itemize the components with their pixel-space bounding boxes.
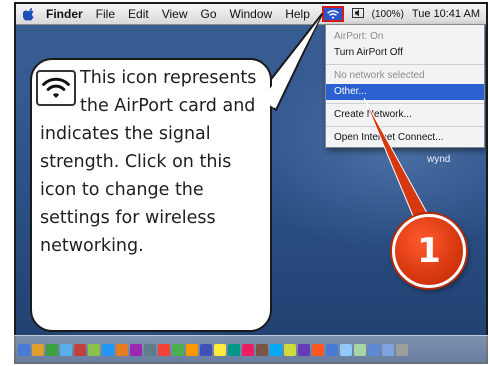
callout-text: This icon represents the AirPort card an… — [40, 64, 270, 260]
dock-app-icon[interactable] — [88, 344, 100, 356]
airport-status-icon[interactable] — [321, 6, 344, 22]
create-network-item[interactable]: Create Network... — [326, 107, 484, 123]
dock-app-icon[interactable] — [158, 344, 170, 356]
dock-app-icon[interactable] — [130, 344, 142, 356]
menu-view[interactable]: View — [162, 7, 188, 21]
dock-app-icon[interactable] — [382, 344, 394, 356]
icon-spacer — [40, 64, 80, 112]
menu-help[interactable]: Help — [285, 7, 310, 21]
dock-app-icon[interactable] — [60, 344, 72, 356]
dock-app-icon[interactable] — [242, 344, 254, 356]
menu-finder[interactable]: Finder — [46, 7, 83, 21]
dock-app-icon[interactable] — [144, 344, 156, 356]
airport-dropdown-menu: AirPort: On Turn AirPort Off No network … — [325, 24, 485, 148]
dock-app-icon[interactable] — [354, 344, 366, 356]
dock-app-icon[interactable] — [46, 344, 58, 356]
dock-app-icon[interactable] — [186, 344, 198, 356]
speaker-icon[interactable] — [351, 7, 364, 21]
other-network-item[interactable]: Other... — [326, 84, 484, 100]
dock-app-icon[interactable] — [74, 344, 86, 356]
turn-airport-off-item[interactable]: Turn AirPort Off — [326, 45, 484, 61]
menu-separator — [326, 64, 484, 65]
open-internet-connect-item[interactable]: Open Internet Connect... — [326, 130, 484, 146]
menu-clock[interactable]: Tue 10:41 AM — [412, 8, 480, 20]
dock-app-icon[interactable] — [256, 344, 268, 356]
menu-go[interactable]: Go — [201, 7, 217, 21]
menu-bar: Finder File Edit View Go Window Help (10… — [16, 4, 486, 25]
network-status-text: No network selected — [334, 70, 425, 81]
dock-app-icon[interactable] — [18, 344, 30, 356]
menu-extras: (100%) Tue 10:41 AM — [321, 4, 480, 24]
dock-app-icon[interactable] — [326, 344, 338, 356]
menu-window[interactable]: Window — [230, 7, 273, 21]
dock-app-icon[interactable] — [32, 344, 44, 356]
dock-app-icon[interactable] — [214, 344, 226, 356]
menu-edit[interactable]: Edit — [128, 7, 149, 21]
dock — [14, 335, 488, 364]
dock-app-icon[interactable] — [298, 344, 310, 356]
dock-app-icon[interactable] — [228, 344, 240, 356]
dock-app-icon[interactable] — [340, 344, 352, 356]
dock-app-icon[interactable] — [312, 344, 324, 356]
airport-status-text: AirPort: On — [334, 31, 384, 42]
dock-app-icon[interactable] — [200, 344, 212, 356]
desktop-disk-label[interactable]: wynd — [427, 154, 450, 165]
step-number-badge: 1 — [392, 214, 466, 288]
dock-app-icon[interactable] — [396, 344, 408, 356]
dock-app-icon[interactable] — [102, 344, 114, 356]
dock-app-icon[interactable] — [284, 344, 296, 356]
dock-app-icon[interactable] — [172, 344, 184, 356]
apple-logo-icon[interactable] — [22, 7, 36, 21]
dock-app-icon[interactable] — [270, 344, 282, 356]
battery-status[interactable]: (100%) — [372, 9, 404, 20]
dock-app-icon[interactable] — [368, 344, 380, 356]
dock-app-icon[interactable] — [116, 344, 128, 356]
menu-separator — [326, 103, 484, 104]
menu-separator — [326, 126, 484, 127]
menu-file[interactable]: File — [96, 7, 115, 21]
